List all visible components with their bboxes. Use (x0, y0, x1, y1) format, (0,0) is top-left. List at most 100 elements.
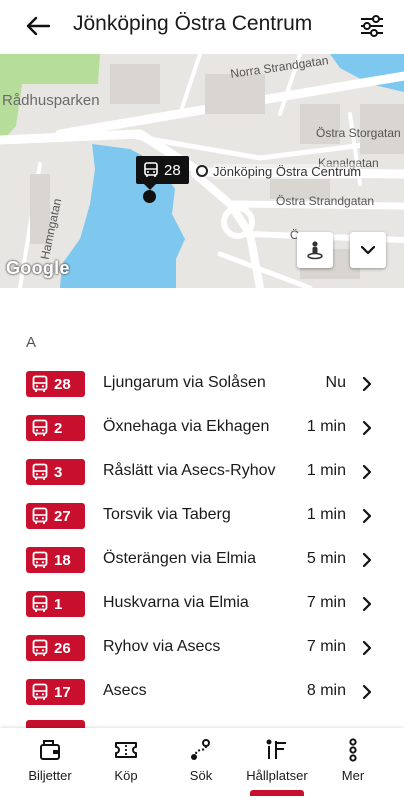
nav-label: Sök (189, 768, 213, 783)
bus-callout[interactable]: 28 (136, 156, 189, 190)
chevron-right-icon (362, 508, 372, 524)
bus-callout-line: 28 (164, 161, 181, 179)
back-button[interactable] (18, 10, 58, 42)
departure-row[interactable]: 27 Torsvik via Taberg 1 min (0, 494, 404, 538)
pegman-icon (307, 241, 323, 260)
chevron-right-icon-wrap (360, 595, 374, 613)
line-badge: 28 (26, 371, 85, 397)
bus-icon (144, 162, 158, 177)
departure-row[interactable]: 17 Asecs 8 min (0, 670, 404, 714)
line-number: 1 (54, 595, 63, 613)
park-label: Rådhusparken (2, 92, 100, 109)
bus-icon (32, 507, 48, 524)
map-view[interactable]: Rådhusparken Norra Strandgatan Östra Sto… (0, 54, 404, 288)
departure-time: Nu (325, 374, 346, 391)
line-badge: 17 (26, 679, 85, 705)
line-number: 2 (54, 419, 63, 437)
line-number: 28 (54, 375, 71, 393)
expand-map-button[interactable] (350, 232, 386, 268)
departure-time: 1 min (306, 462, 346, 479)
destination: Ljungarum via Solåsen (103, 374, 266, 391)
chevron-right-icon (362, 684, 372, 700)
street-label: Östra Storgatan (316, 126, 401, 140)
nav-active-indicator (250, 790, 304, 796)
partial-line-badge (26, 720, 85, 728)
departure-time: 7 min (306, 594, 346, 611)
nav-item-sok[interactable]: Sök (161, 728, 241, 800)
selected-stop-marker[interactable] (143, 190, 156, 203)
line-badge: 27 (26, 503, 85, 529)
departure-row[interactable]: 1 Huskvarna via Elmia 7 min (0, 582, 404, 626)
bus-icon (32, 639, 48, 656)
bus-icon (32, 375, 48, 392)
page-title: Jönköping Östra Centrum (73, 12, 313, 35)
chevron-right-icon (362, 376, 372, 392)
header: Jönköping Östra Centrum (0, 0, 404, 54)
nav-item-biljetter[interactable]: Biljetter (10, 728, 90, 800)
chevron-right-icon (362, 552, 372, 568)
filter-button[interactable] (352, 8, 392, 44)
nav-item-mer[interactable]: Mer (313, 728, 393, 800)
street-view-button[interactable] (297, 232, 333, 268)
destination: Ryhov via Asecs (103, 638, 221, 655)
bus-icon (32, 595, 48, 612)
stop-marker[interactable] (196, 165, 208, 177)
line-badge: 2 (26, 415, 85, 441)
chevron-right-icon (362, 420, 372, 436)
chevron-right-icon-wrap (360, 419, 374, 437)
chevron-right-icon-wrap (360, 375, 374, 393)
bus-icon (32, 683, 48, 700)
stop-map-label: Jönköping Östra Centrum (213, 164, 362, 179)
chevron-right-icon-wrap (360, 463, 374, 481)
line-badge: 26 (26, 635, 85, 661)
street-label: Östra Strandgatan (276, 194, 375, 208)
departure-time: 1 min (306, 506, 346, 523)
ticket-icon (115, 742, 137, 758)
chevron-right-icon (362, 596, 372, 612)
departure-row[interactable]: 2 Öxnehaga via Ekhagen 1 min (0, 406, 404, 450)
departure-row[interactable]: 18 Österängen via Elmia 5 min (0, 538, 404, 582)
stops-icon (266, 739, 286, 759)
bus-icon (32, 419, 48, 436)
google-logo: Google (6, 258, 70, 278)
line-number: 27 (54, 507, 71, 525)
nav-item-kop[interactable]: Köp (86, 728, 166, 800)
nav-label: Biljetter (28, 768, 72, 783)
departure-row[interactable]: 28 Ljungarum via Solåsen Nu (0, 362, 404, 406)
bus-icon (32, 463, 48, 480)
departure-row[interactable]: 26 Ryhov via Asecs 7 min (0, 626, 404, 670)
chevron-right-icon-wrap (360, 507, 374, 525)
line-number: 18 (54, 551, 71, 569)
destination: Torsvik via Taberg (103, 506, 231, 523)
departure-time: 7 min (306, 638, 346, 655)
more-vertical-icon (349, 738, 357, 762)
departure-time: 1 min (306, 418, 346, 435)
chevron-right-icon (362, 464, 372, 480)
departure-time: 8 min (306, 682, 346, 699)
destination: Råslätt via Asecs-Ryhov (103, 462, 276, 479)
line-badge: 18 (26, 547, 85, 573)
sliders-icon (361, 15, 383, 37)
line-number: 17 (54, 683, 71, 701)
platform-letter: A (26, 334, 37, 351)
line-number: 26 (54, 639, 71, 657)
bus-icon (32, 551, 48, 568)
chevron-right-icon-wrap (360, 551, 374, 569)
departure-time: 5 min (306, 550, 346, 567)
arrow-left-icon (26, 16, 51, 36)
departure-row[interactable]: 3 Råslätt via Asecs-Ryhov 1 min (0, 450, 404, 494)
bottom-navigation: Biljetter Köp Sök Hållplatser Mer (0, 728, 404, 800)
destination: Öxnehaga via Ekhagen (103, 418, 270, 435)
nav-label: Hållplatser (246, 768, 308, 783)
line-badge: 1 (26, 591, 85, 617)
departure-list: 28 Ljungarum via Solåsen Nu 2 Öxnehaga via E… (0, 362, 404, 714)
chevron-right-icon-wrap (360, 639, 374, 657)
chevron-right-icon (362, 640, 372, 656)
destination: Österängen via Elmia (103, 550, 256, 567)
nav-label: Köp (114, 768, 138, 783)
wallet-ticket-icon (40, 740, 60, 760)
chevron-right-icon-wrap (360, 683, 374, 701)
chevron-down-icon (360, 245, 376, 255)
line-number: 3 (54, 463, 63, 481)
line-badge: 3 (26, 459, 85, 485)
